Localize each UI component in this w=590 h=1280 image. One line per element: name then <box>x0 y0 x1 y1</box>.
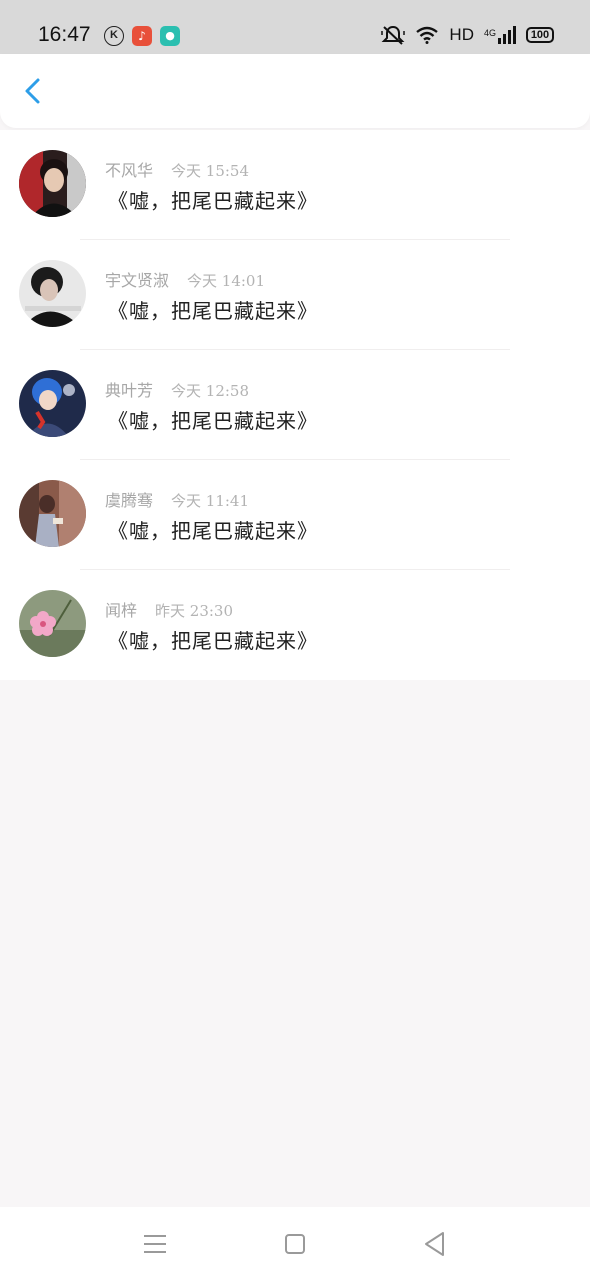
k-app-icon: K <box>104 26 124 46</box>
avatar <box>19 260 86 327</box>
back-button[interactable] <box>18 74 48 108</box>
message-text: 《嘘，把尾巴藏起来》 <box>108 409 318 433</box>
menu-button[interactable] <box>140 1229 170 1259</box>
message-time: 今天 15:54 <box>171 162 250 180</box>
avatar <box>19 150 86 217</box>
list-item[interactable]: 闻梓 昨天 23:30 《嘘，把尾巴藏起来》 <box>0 570 590 680</box>
status-bar: 16:47 K ♪ ● HD 4G 100 <box>0 0 590 54</box>
system-nav-bar <box>0 1207 590 1280</box>
list-item[interactable]: 宇文贤淑 今天 14:01 《嘘，把尾巴藏起来》 <box>0 240 590 350</box>
message-time: 今天 14:01 <box>187 272 266 290</box>
message-meta: 不风华 今天 15:54 <box>105 157 249 181</box>
list-item[interactable]: 不风华 今天 15:54 《嘘，把尾巴藏起来》 <box>0 130 590 240</box>
home-button[interactable] <box>280 1229 310 1259</box>
menu-icon <box>144 1235 166 1253</box>
avatar <box>19 480 86 547</box>
system-back-button[interactable] <box>420 1229 450 1259</box>
list-item[interactable]: 虞腾骞 今天 11:41 《嘘，把尾巴藏起来》 <box>0 460 590 570</box>
network-type: 4G <box>483 28 496 38</box>
home-icon <box>285 1234 305 1254</box>
signal-icon: 4G <box>484 26 516 44</box>
avatar <box>19 370 86 437</box>
sender-name: 典叶芳 <box>105 381 154 400</box>
hd-label: HD <box>449 25 474 44</box>
message-text: 《嘘，把尾巴藏起来》 <box>108 519 318 543</box>
sender-name: 不风华 <box>105 161 154 180</box>
message-meta: 虞腾骞 今天 11:41 <box>105 487 249 511</box>
battery-icon: 100 <box>526 27 554 43</box>
message-time: 今天 12:58 <box>171 382 250 400</box>
status-indicators: HD 4G 100 <box>381 25 554 45</box>
chat-app-icon: ● <box>160 26 180 46</box>
wifi-icon <box>416 26 439 44</box>
message-meta: 典叶芳 今天 12:58 <box>105 377 249 401</box>
message-text: 《嘘，把尾巴藏起来》 <box>108 299 318 323</box>
mute-icon <box>381 25 406 45</box>
sender-name: 宇文贤淑 <box>105 271 170 290</box>
message-text: 《嘘，把尾巴藏起来》 <box>108 629 318 653</box>
back-triangle-icon <box>425 1232 444 1256</box>
sender-name: 虞腾骞 <box>105 491 154 510</box>
sender-name: 闻梓 <box>105 601 138 620</box>
message-meta: 闻梓 昨天 23:30 <box>105 597 233 621</box>
top-bar <box>0 54 590 128</box>
message-meta: 宇文贤淑 今天 14:01 <box>105 267 265 291</box>
status-time: 16:47 <box>38 23 91 46</box>
message-time: 昨天 23:30 <box>155 602 234 620</box>
list-item[interactable]: 典叶芳 今天 12:58 《嘘，把尾巴藏起来》 <box>0 350 590 460</box>
message-list: 不风华 今天 15:54 《嘘，把尾巴藏起来》 宇文贤淑 今天 14:01 《嘘，把… <box>0 130 590 680</box>
avatar <box>19 590 86 657</box>
music-app-icon: ♪ <box>132 26 152 46</box>
chevron-left-icon <box>25 78 40 104</box>
message-text: 《嘘，把尾巴藏起来》 <box>108 189 318 213</box>
message-time: 今天 11:41 <box>171 492 250 510</box>
